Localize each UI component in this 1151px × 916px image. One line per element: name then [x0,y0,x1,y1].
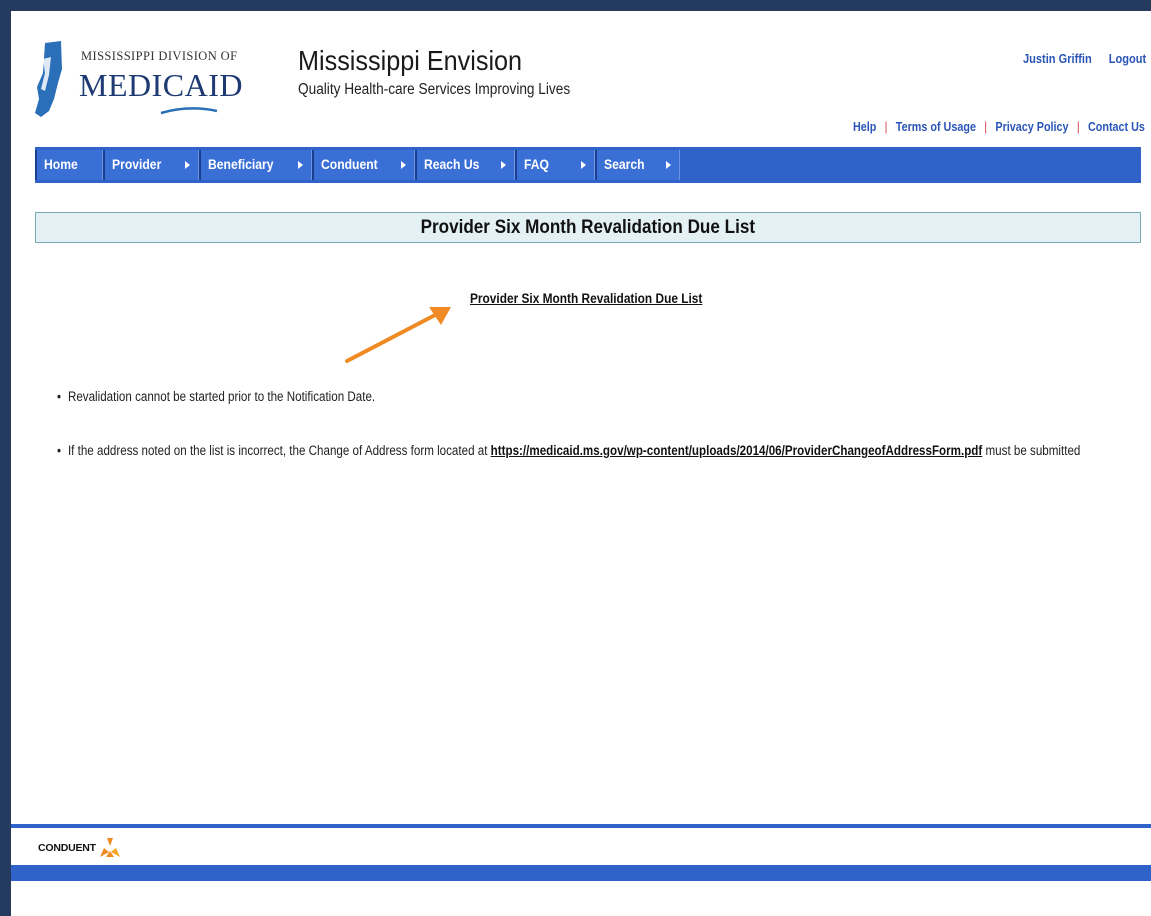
privacy-link[interactable]: Privacy Policy [995,119,1068,134]
bullet: • [57,389,62,404]
nav-search-label: Search [604,157,645,172]
nav-reach-us[interactable]: Reach Us [415,150,515,180]
section-title: Provider Six Month Revalidation Due List [420,217,756,238]
note-text: Revalidation cannot be started prior to … [67,389,376,404]
separator: | [984,119,988,134]
nav-home-label: Home [44,157,78,172]
separator: | [1076,119,1080,134]
user-links: Justin Griffin Logout [1023,51,1151,66]
app-tagline: Quality Health-care Services Improving L… [298,81,571,98]
contact-link[interactable]: Contact Us [1088,119,1145,134]
address-form-link[interactable]: https://medicaid.ms.gov/wp-content/uploa… [491,443,983,458]
footer-divider [11,824,1151,828]
nav-faq[interactable]: FAQ [515,150,595,180]
conduent-mark-icon [100,838,120,857]
logo-top-text: MISSISSIPPI DIVISION OF [81,49,238,63]
due-list-link[interactable]: Provider Six Month Revalidation Due List [470,291,702,306]
logo-swoosh [160,107,218,115]
page: MISSISSIPPI DIVISION OF MEDICAID Mississ… [11,11,1151,916]
nav-provider[interactable]: Provider [103,150,199,180]
mississippi-state-icon [35,41,62,117]
section-title-bar: Provider Six Month Revalidation Due List [35,212,1141,243]
footer-band [11,865,1151,881]
nav-home[interactable]: Home [35,150,103,180]
note-text: If the address noted on the list is inco… [67,443,488,458]
user-name-link[interactable]: Justin Griffin [1023,51,1092,66]
caret-right-icon [666,161,671,169]
medicaid-logo[interactable]: MISSISSIPPI DIVISION OF MEDICAID [31,33,242,133]
nav-conduent-label: Conduent [321,157,378,172]
nav-reach-us-label: Reach Us [424,157,480,172]
logout-link[interactable]: Logout [1109,51,1146,66]
annotation-arrow-icon [345,307,451,363]
separator: | [884,119,888,134]
help-link[interactable]: Help [853,119,876,134]
terms-link[interactable]: Terms of Usage [896,119,976,134]
note-item: • Revalidation cannot be started prior to… [57,389,375,404]
caret-right-icon [501,161,506,169]
nav-provider-label: Provider [112,157,162,172]
note-item: • If the address noted on the list is inc… [57,443,1080,458]
logo-main-text: MEDICAID [79,67,243,103]
app-title: Mississippi Envision [298,45,523,76]
utility-links: Help | Terms of Usage | Privacy Policy | Conta… [853,119,1145,134]
nav-search[interactable]: Search [595,150,680,180]
caret-right-icon [401,161,406,169]
nav-faq-label: FAQ [524,157,549,172]
nav-conduent[interactable]: Conduent [312,150,415,180]
bullet: • [57,443,62,458]
caret-right-icon [581,161,586,169]
footer-brand-text: CONDUENT [38,842,96,854]
nav-beneficiary[interactable]: Beneficiary [199,150,312,180]
note-text-suffix: must be submitted [985,443,1081,458]
caret-right-icon [298,161,303,169]
caret-right-icon [185,161,190,169]
nav-beneficiary-label: Beneficiary [208,157,274,172]
main-nav: Home Provider Beneficiary Conduent Reach… [35,147,1141,183]
